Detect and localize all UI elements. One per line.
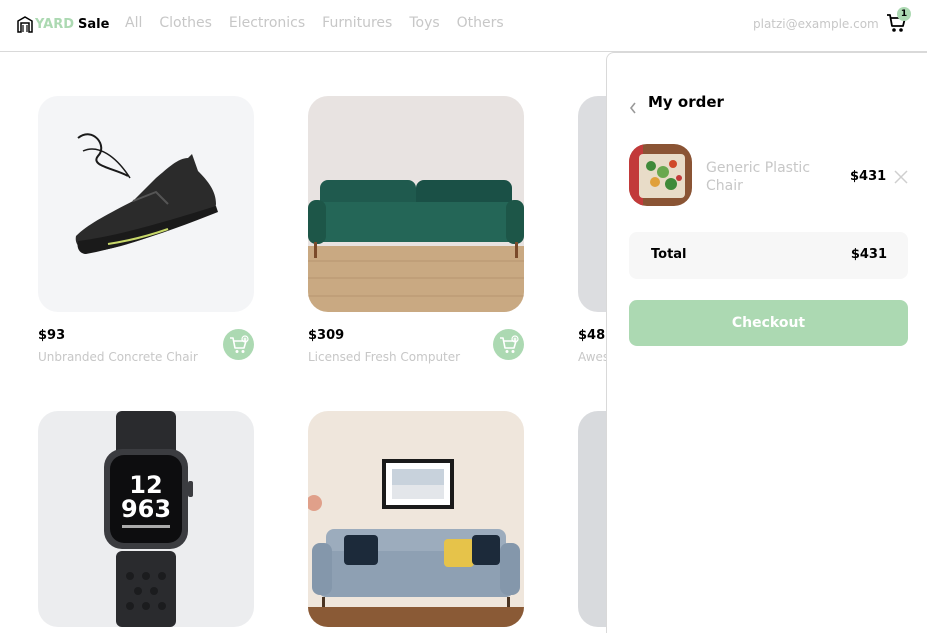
logo-sale-text: Sale — [78, 16, 110, 32]
order-item-name: Generic Plastic Chair — [706, 160, 811, 194]
checkout-button[interactable]: Checkout — [629, 300, 908, 346]
add-to-cart-button[interactable] — [223, 329, 254, 360]
order-title: My order — [648, 93, 724, 111]
grey-sofa-image — [308, 411, 524, 627]
product-name: Awes — [578, 350, 610, 364]
nav-link-toys[interactable]: Toys — [409, 15, 439, 31]
category-nav: All Clothes Electronics Furnitures Toys … — [125, 15, 504, 31]
product-image[interactable] — [308, 411, 524, 627]
green-sofa-image — [308, 96, 524, 312]
user-email[interactable]: platzi@example.com — [753, 17, 879, 31]
nav-link-all[interactable]: All — [125, 15, 142, 31]
store-icon — [17, 15, 33, 33]
add-to-cart-button[interactable] — [493, 329, 524, 360]
total-value: $431 — [850, 247, 887, 262]
close-icon[interactable] — [894, 170, 908, 184]
order-panel: My order Generic Plastic Chair $431 Tota… — [606, 52, 927, 633]
product-name: Unbranded Concrete Chair — [38, 350, 198, 364]
add-to-cart-icon — [499, 334, 519, 353]
chevron-left-icon[interactable] — [628, 100, 638, 114]
logo-yard-text: YARD — [35, 16, 75, 32]
add-to-cart-icon — [229, 334, 249, 353]
order-item: Generic Plastic Chair $431 — [629, 144, 909, 206]
svg-text:963: 963 — [121, 495, 171, 523]
nav-link-electronics[interactable]: Electronics — [229, 15, 305, 31]
nav-link-furnitures[interactable]: Furnitures — [322, 15, 392, 31]
order-item-image[interactable] — [629, 144, 692, 206]
sneaker-image — [38, 96, 254, 312]
total-label: Total — [651, 247, 687, 262]
product-price: $309 — [308, 328, 345, 343]
product-name: Licensed Fresh Computer — [308, 350, 461, 364]
order-item-price: $431 — [850, 169, 887, 184]
order-total: Total $431 — [629, 232, 908, 279]
nav-link-others[interactable]: Others — [457, 15, 504, 31]
navbar: YARD Sale All Clothes Electronics Furnit… — [0, 0, 927, 52]
smartwatch-image: 12 963 — [38, 411, 254, 627]
logo[interactable]: YARD Sale — [17, 14, 109, 34]
product-image[interactable]: 12 963 — [38, 411, 254, 627]
product-image[interactable] — [308, 96, 524, 312]
nav-link-clothes[interactable]: Clothes — [159, 15, 212, 31]
food-tray-image — [629, 144, 692, 206]
product-price: $93 — [38, 328, 66, 343]
product-image[interactable] — [38, 96, 254, 312]
cart-count-badge: 1 — [897, 7, 911, 21]
